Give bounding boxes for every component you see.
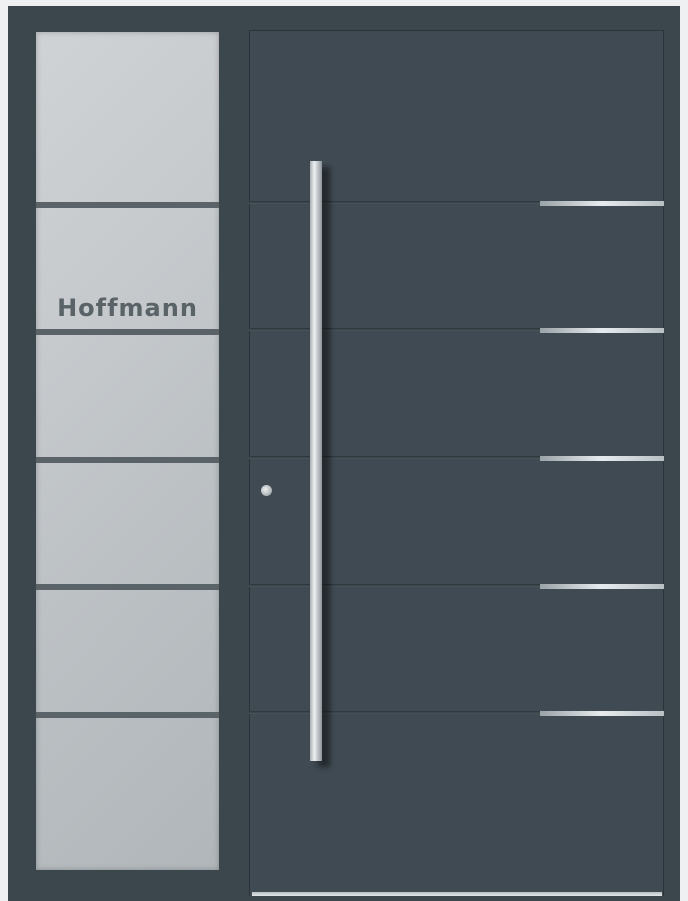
door-threshold [252, 892, 662, 896]
sidelight-bar [36, 584, 219, 590]
steel-inlay [540, 456, 664, 461]
frosted-glass-sidelight: Hoffmann [36, 32, 219, 870]
sidelight-bar [36, 202, 219, 208]
sidelight-bar [36, 712, 219, 718]
door-handle [310, 161, 322, 761]
sidelight-bar [36, 457, 219, 463]
front-door-scene: Hoffmann [0, 0, 688, 901]
steel-inlay [540, 201, 664, 206]
steel-inlay [540, 328, 664, 333]
nameplate-text: Hoffmann [57, 294, 198, 322]
sidelight-bar [36, 329, 219, 335]
lock-cylinder [261, 485, 272, 496]
door-leaf [249, 30, 664, 896]
steel-inlay [540, 711, 664, 716]
steel-inlay [540, 584, 664, 589]
